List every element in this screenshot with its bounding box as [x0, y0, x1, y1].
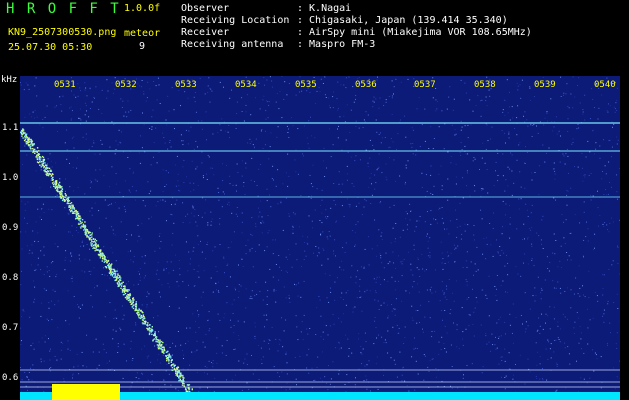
time-tick-label: 0531	[54, 80, 76, 90]
info-antenna-key: Receiving antenna	[181, 39, 284, 50]
signal-burst	[52, 384, 120, 400]
file-name: KN9_2507300530.png	[8, 27, 117, 38]
spectrogram-canvas	[20, 76, 620, 400]
info-receiver-key: Receiver	[181, 27, 230, 38]
info-location-value: : Chigasaki, Japan (139.414 35.340)	[297, 15, 508, 26]
freq-tick-label: 0.7	[2, 323, 19, 333]
time-tick-label: 0538	[474, 80, 496, 90]
app-version: 1.0.0f	[124, 3, 161, 14]
time-tick-label: 0534	[235, 80, 257, 90]
info-antenna-value: : Maspro FM-3	[297, 39, 376, 50]
time-tick-label: 0539	[534, 80, 556, 90]
app-title: H R O F F T	[6, 1, 121, 17]
freq-tick-label: 1.1	[2, 123, 19, 133]
freq-tick-label: 0.9	[2, 223, 19, 233]
time-tick-label: 0537	[414, 80, 436, 90]
freq-tick-label: 0.6	[2, 373, 19, 383]
file-datetime: 25.07.30 05:30	[8, 42, 93, 53]
time-tick-label: 0533	[175, 80, 197, 90]
meteor-label: meteor	[124, 28, 161, 39]
frequency-axis: kHz 1.1 1.0 0.9 0.8 0.7 0.6	[0, 74, 20, 400]
info-location-key: Receiving Location	[181, 15, 290, 26]
meteor-count: 9	[139, 41, 146, 52]
time-tick-label: 0535	[295, 80, 317, 90]
axis-unit-label: kHz	[1, 75, 18, 85]
spectrogram-background	[20, 76, 620, 400]
info-observer-value: : K.Nagai	[297, 3, 352, 14]
freq-tick-label: 0.8	[2, 273, 19, 283]
info-receiver-value: : AirSpy mini (Miakejima VOR 108.65MHz)	[297, 27, 532, 38]
time-tick-label: 0532	[115, 80, 137, 90]
info-observer-key: Observer	[181, 3, 230, 14]
freq-tick-label: 1.0	[2, 173, 19, 183]
header-panel: H R O F F T 1.0.0f KN9_2507300530.png 25…	[0, 0, 629, 74]
spectrogram	[20, 76, 620, 400]
time-tick-label: 0540	[594, 80, 616, 90]
time-tick-label: 0536	[355, 80, 377, 90]
